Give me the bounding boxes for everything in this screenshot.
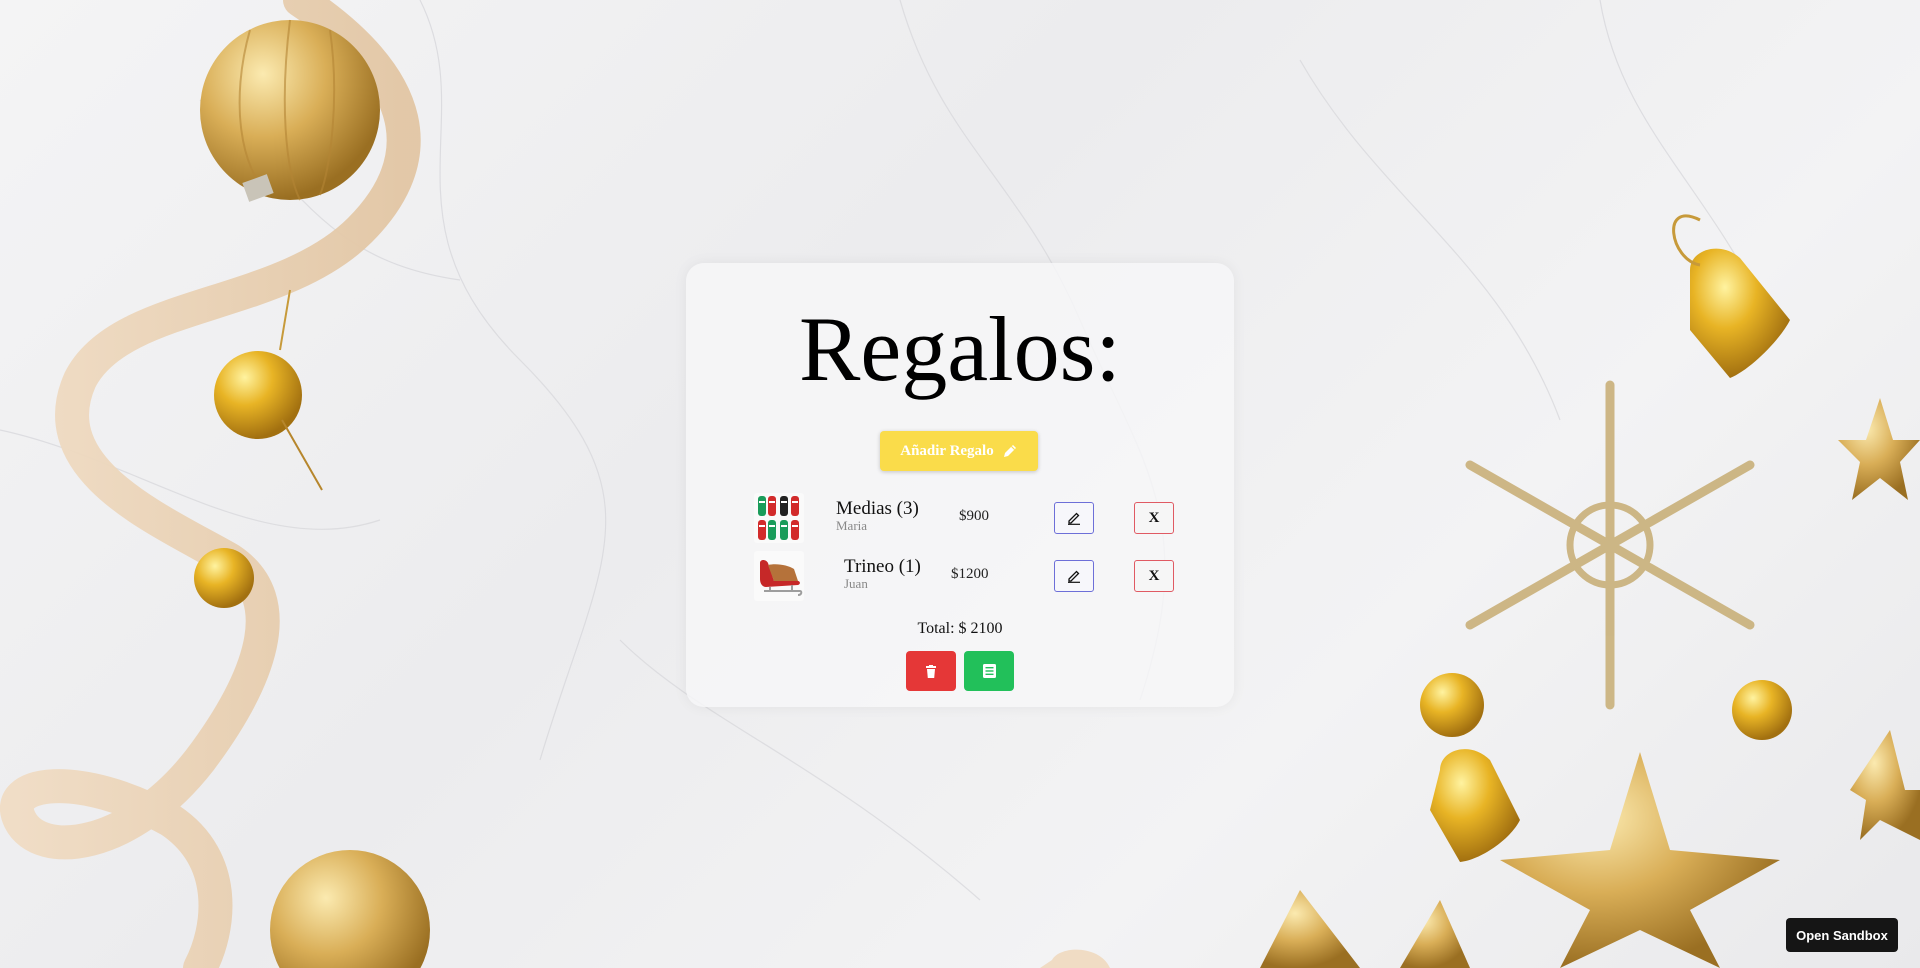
clear-all-button[interactable] [906,651,956,691]
gift-price: $900 [959,508,989,524]
gift-row: Trineo (1) Juan $1200 X [754,551,1174,601]
add-gift-button-label: Añadir Regalo [900,442,994,459]
delete-gift-button[interactable]: X [1134,560,1174,592]
gift-name-text: Medias (3) [836,498,919,519]
gift-price: $1200 [951,566,989,582]
open-sandbox-button[interactable]: Open Sandbox [1786,918,1898,952]
page-title: Regalos: [799,298,1121,400]
list-icon [982,664,996,678]
edit-gift-button[interactable] [1054,560,1094,592]
gift-name: Medias (3) Maria [836,498,919,533]
sleigh-image [754,551,804,601]
gift-name-text: Trineo (1) [844,556,921,577]
delete-gift-button[interactable]: X [1134,502,1174,534]
trash-icon [926,664,936,678]
gift-recipient: Juan [844,576,868,591]
gift-name: Trineo (1) Juan [844,556,921,591]
edit-icon [1068,570,1080,583]
edit-icon [1068,512,1080,525]
socks-image [754,493,804,543]
gift-recipient: Maria [836,518,868,533]
gift-row: Medias (3) Maria $900 X [754,493,1174,543]
pencil-icon [1003,445,1016,457]
gift-list-card: Regalos: Añadir Regalo Medias (3) Maria … [686,263,1234,707]
view-list-button[interactable] [964,651,1014,691]
total-amount: Total: $ 2100 [917,620,1003,637]
edit-gift-button[interactable] [1054,502,1094,534]
add-gift-button[interactable]: Añadir Regalo [880,431,1038,471]
